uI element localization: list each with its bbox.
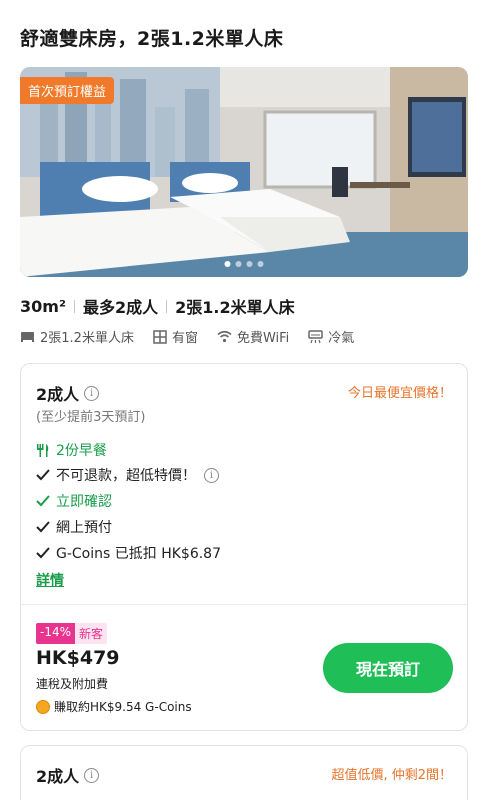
offer-persons-label: 2成人 <box>36 385 80 404</box>
amenity-label: 免費WiFi <box>236 331 290 346</box>
amenity-label: 有窗 <box>171 331 198 346</box>
info-icon[interactable]: i <box>84 385 100 401</box>
amenity-label: 冷氣 <box>328 331 355 346</box>
fork-knife-icon <box>37 443 49 457</box>
amenity-label: 2張1.2米單人床 <box>40 331 134 346</box>
tax-note: 連稅及附加費 <box>36 677 109 691</box>
carousel-dot <box>257 261 264 267</box>
details-link[interactable]: 詳情 <box>36 570 64 590</box>
rate-offer-card: 2成人 i 今日最便宜價格！ (至少提前3天預訂) 2份早餐 不可退款，超低特價… <box>20 363 468 731</box>
offer-persons: 2成人 i <box>36 381 100 405</box>
breakfast-feature: 2份早餐 <box>36 440 107 460</box>
online-pay-label: 網上預付 <box>56 520 112 536</box>
non-refundable-feature: 不可退款，超低特價！ i <box>36 465 219 485</box>
offer-persons: 2成人 i <box>36 763 100 787</box>
non-refundable-label: 不可退款，超低特價！ <box>56 468 196 484</box>
new-customer-badge: 新客 <box>75 623 108 644</box>
wifi-icon <box>217 330 232 343</box>
info-icon[interactable]: i <box>204 467 219 483</box>
window-icon <box>153 329 167 344</box>
discount-badge: -14% <box>36 623 76 644</box>
instant-confirm-feature: 立即確認 <box>36 491 112 511</box>
divider <box>73 299 75 313</box>
bed-icon <box>21 332 34 342</box>
carousel-dot <box>246 261 253 267</box>
amenities-row: 2張1.2米單人床 有窗 免費WiFi 冷氣 <box>20 327 373 346</box>
online-pay-feature: 網上預付 <box>36 517 112 537</box>
card-divider <box>21 604 467 605</box>
divider <box>166 299 168 313</box>
low-price-label: 超值低價, 仲剩2間！ <box>331 768 452 783</box>
check-icon <box>36 547 50 559</box>
price: HK$479 <box>36 647 120 669</box>
book-now-button[interactable]: 現在預訂 <box>323 643 453 693</box>
check-icon <box>36 495 50 507</box>
amenity-wifi: 免費WiFi <box>217 327 289 346</box>
earn-coins: 賺取約HK$9.54 G-Coins <box>36 698 192 715</box>
cheapest-price-label: 今日最便宜價格！ <box>347 386 452 401</box>
info-icon[interactable]: i <box>84 767 100 783</box>
gcoins-feature: G-Coins 已抵扣 HK$6.87 <box>36 543 221 563</box>
room-beds: 2張1.2米單人床 <box>175 298 295 317</box>
carousel-dot <box>224 261 231 267</box>
amenity-window: 有窗 <box>153 327 198 346</box>
amenity-bed: 2張1.2米單人床 <box>20 327 134 346</box>
check-icon <box>36 521 50 533</box>
room-occupancy: 最多2成人 <box>82 298 159 317</box>
breakfast-label: 2份早餐 <box>56 443 107 459</box>
gcoins-label: G-Coins 已抵扣 HK$6.87 <box>56 546 221 562</box>
coin-icon <box>36 699 50 714</box>
instant-confirm-label: 立即確認 <box>56 494 112 510</box>
room-photo-carousel[interactable]: 首次預訂權益 <box>20 67 468 277</box>
rate-offer-card: 2成人 i 超值低價, 仲剩2間！ <box>20 745 468 800</box>
first-booking-promo-tag: 首次預訂權益 <box>20 77 115 104</box>
air-conditioner-icon <box>308 329 324 343</box>
advance-booking-note: (至少提前3天預訂) <box>36 410 146 425</box>
room-size: 30m² <box>20 296 66 316</box>
offer-persons-label: 2成人 <box>36 767 80 786</box>
discount-badges: -14% 新客 <box>36 623 108 644</box>
room-specs: 30m² 最多2成人 2張1.2米單人床 <box>20 294 295 318</box>
carousel-dot <box>235 261 242 267</box>
check-icon <box>36 469 50 481</box>
earn-coins-label: 賺取約HK$9.54 G-Coins <box>54 700 192 714</box>
amenity-ac: 冷氣 <box>308 327 354 346</box>
carousel-indicator <box>224 261 264 267</box>
room-title: 舒適雙床房，2張1.2米單人床 <box>20 28 284 50</box>
